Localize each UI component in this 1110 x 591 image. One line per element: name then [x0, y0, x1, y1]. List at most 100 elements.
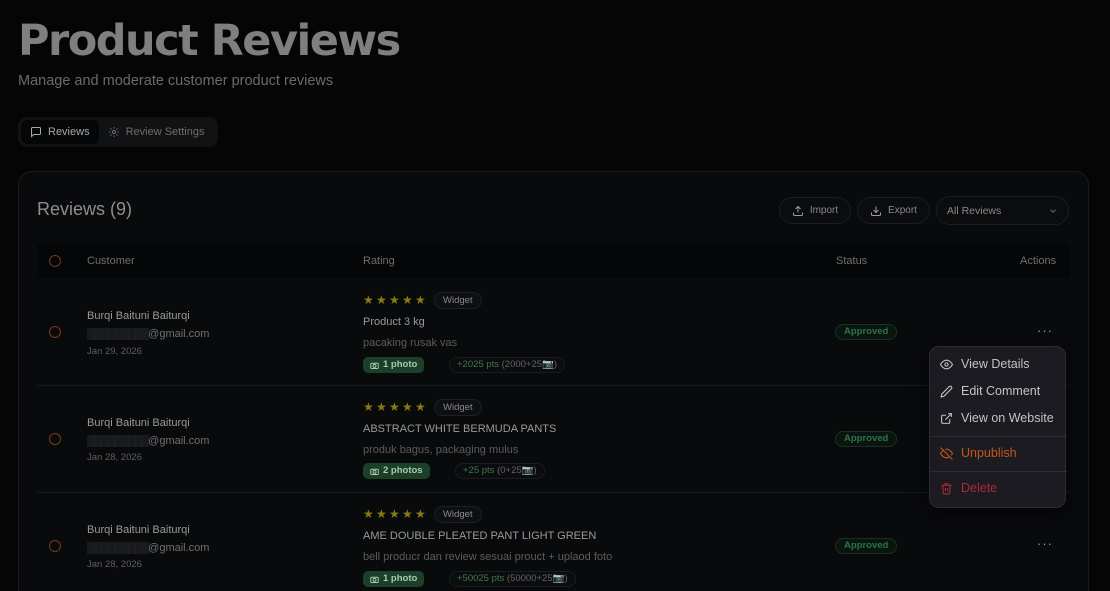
review-filter-select[interactable]: All Reviews — [936, 196, 1069, 225]
star-icon: ★ — [415, 400, 426, 414]
photo-count-badge[interactable]: 2 photos — [363, 463, 430, 479]
trash-icon — [941, 482, 952, 494]
tab-reviews[interactable]: Reviews — [21, 120, 99, 144]
table-row: Burqi Baituni Baiturqi ▒▒▒▒▒▒▒▒▒@gmail.c… — [37, 493, 1070, 591]
table-row: Burqi Baituni Baiturqi ▒▒▒▒▒▒▒▒▒@gmail.c… — [37, 386, 1070, 493]
camera-icon — [370, 468, 379, 475]
customer-email: ▒▒▒▒▒▒▒▒▒@gmail.com — [87, 542, 210, 554]
gear-icon — [108, 127, 119, 137]
review-date: Jan 28, 2026 — [87, 559, 142, 570]
customer-email: ▒▒▒▒▒▒▒▒▒@gmail.com — [87, 435, 210, 447]
product-name: Product 3 kg — [363, 316, 425, 328]
row-checkbox[interactable] — [49, 433, 61, 445]
source-badge: Widget — [434, 506, 482, 523]
header-status: Status — [836, 255, 868, 267]
status-badge: Approved — [835, 431, 898, 447]
customer-name: Burqi Baituni Baiturqi — [87, 524, 190, 536]
star-icon: ★ — [376, 507, 387, 521]
tab-review-settings[interactable]: Review Settings — [99, 120, 214, 144]
points-detail: (0+25📷) — [497, 465, 537, 476]
product-name: AME DOUBLE PLEATED PANT LIGHT GREEN — [363, 530, 597, 542]
points-value: +2025 pts — [457, 359, 499, 370]
camera-icon — [370, 362, 379, 369]
tab-reviews-label: Reviews — [48, 126, 90, 138]
pencil-icon — [940, 385, 953, 398]
review-comment: bell producr dan review sesuai prouct + … — [363, 551, 613, 563]
star-icon: ★ — [376, 400, 387, 414]
star-icon: ★ — [402, 507, 413, 521]
menu-edit-comment[interactable]: Edit Comment — [930, 378, 1067, 404]
upload-icon — [792, 205, 803, 216]
star-rating: ★ ★ ★ ★ ★ — [363, 400, 426, 414]
star-icon: ★ — [389, 400, 400, 414]
export-button[interactable]: Export — [857, 197, 930, 224]
import-label: Import — [809, 205, 839, 216]
points-detail: (2000+25📷) — [501, 359, 558, 370]
header-rating: Rating — [363, 255, 395, 267]
photo-count-badge[interactable]: 1 photo — [363, 571, 425, 587]
select-all-checkbox[interactable] — [49, 255, 61, 267]
photo-count: 1 photo — [383, 359, 418, 370]
menu-unpublish-label: Unpublish — [961, 446, 1017, 460]
table-row: Burqi Baituni Baiturqi ▒▒▒▒▒▒▒▒▒@gmail.c… — [37, 279, 1070, 386]
header-actions: Actions — [1020, 255, 1057, 267]
tab-bar: Reviews Review Settings — [18, 117, 218, 147]
star-rating: ★ ★ ★ ★ ★ — [363, 507, 426, 521]
status-badge: Approved — [835, 538, 898, 554]
star-icon: ★ — [363, 400, 374, 414]
header-customer: Customer — [87, 255, 135, 267]
table-header: Customer Rating Status Actions — [37, 244, 1070, 278]
menu-divider — [930, 436, 1067, 437]
row-actions-button[interactable]: ··· — [1037, 323, 1053, 338]
review-comment: produk bagus, packaging mulus — [363, 444, 519, 456]
star-icon: ★ — [363, 507, 374, 521]
customer-email-domain: @gmail.com — [148, 328, 210, 340]
row-actions-button[interactable]: ··· — [1037, 536, 1053, 551]
customer-email-domain: @gmail.com — [148, 542, 210, 554]
star-icon: ★ — [415, 507, 426, 521]
chevron-down-icon — [1050, 208, 1056, 213]
menu-divider — [930, 471, 1067, 472]
product-name: ABSTRACT WHITE BERMUDA PANTS — [363, 423, 557, 435]
review-date: Jan 28, 2026 — [87, 452, 142, 463]
photo-count: 1 photo — [383, 573, 418, 584]
row-checkbox[interactable] — [49, 326, 61, 338]
review-date: Jan 29, 2026 — [87, 346, 142, 357]
download-icon — [871, 206, 882, 216]
customer-email-domain: @gmail.com — [148, 435, 210, 447]
photo-count-badge[interactable]: 1 photo — [363, 357, 425, 373]
page-title: Product Reviews — [18, 16, 401, 66]
menu-view-details-label: View Details — [961, 357, 1030, 371]
eye-icon — [940, 359, 953, 369]
menu-unpublish[interactable]: Unpublish — [930, 440, 1067, 466]
tab-review-settings-label: Review Settings — [125, 126, 205, 138]
points-detail: (50000+25📷) — [506, 573, 568, 584]
message-square-icon — [31, 127, 41, 138]
menu-view-details[interactable]: View Details — [930, 351, 1067, 377]
photo-count: 2 photos — [383, 465, 423, 476]
star-icon: ★ — [376, 293, 387, 307]
customer-name: Burqi Baituni Baiturqi — [87, 310, 190, 322]
menu-view-website[interactable]: View on Website — [930, 405, 1067, 431]
customer-name: Burqi Baituni Baiturqi — [87, 417, 190, 429]
points-value: +50025 pts — [457, 573, 505, 584]
points-badge: +2025 pts (2000+25📷) — [449, 357, 566, 373]
import-button[interactable]: Import — [779, 197, 851, 224]
status-badge: Approved — [835, 324, 898, 340]
points-badge: +25 pts (0+25📷) — [455, 463, 545, 479]
menu-delete[interactable]: Delete — [930, 475, 1067, 501]
star-icon: ★ — [389, 293, 400, 307]
star-icon: ★ — [415, 293, 426, 307]
export-label: Export — [888, 205, 917, 216]
external-link-icon — [941, 412, 952, 424]
page-subtitle: Manage and moderate customer product rev… — [18, 73, 334, 89]
star-icon: ★ — [363, 293, 374, 307]
row-checkbox[interactable] — [49, 540, 61, 552]
menu-delete-label: Delete — [961, 481, 998, 495]
customer-email: ▒▒▒▒▒▒▒▒▒@gmail.com — [87, 328, 210, 340]
menu-edit-comment-label: Edit Comment — [961, 384, 1041, 398]
star-icon: ★ — [402, 400, 413, 414]
star-rating: ★ ★ ★ ★ ★ — [363, 293, 426, 307]
menu-view-website-label: View on Website — [961, 411, 1054, 425]
review-comment: pacaking rusak vas — [363, 337, 458, 349]
